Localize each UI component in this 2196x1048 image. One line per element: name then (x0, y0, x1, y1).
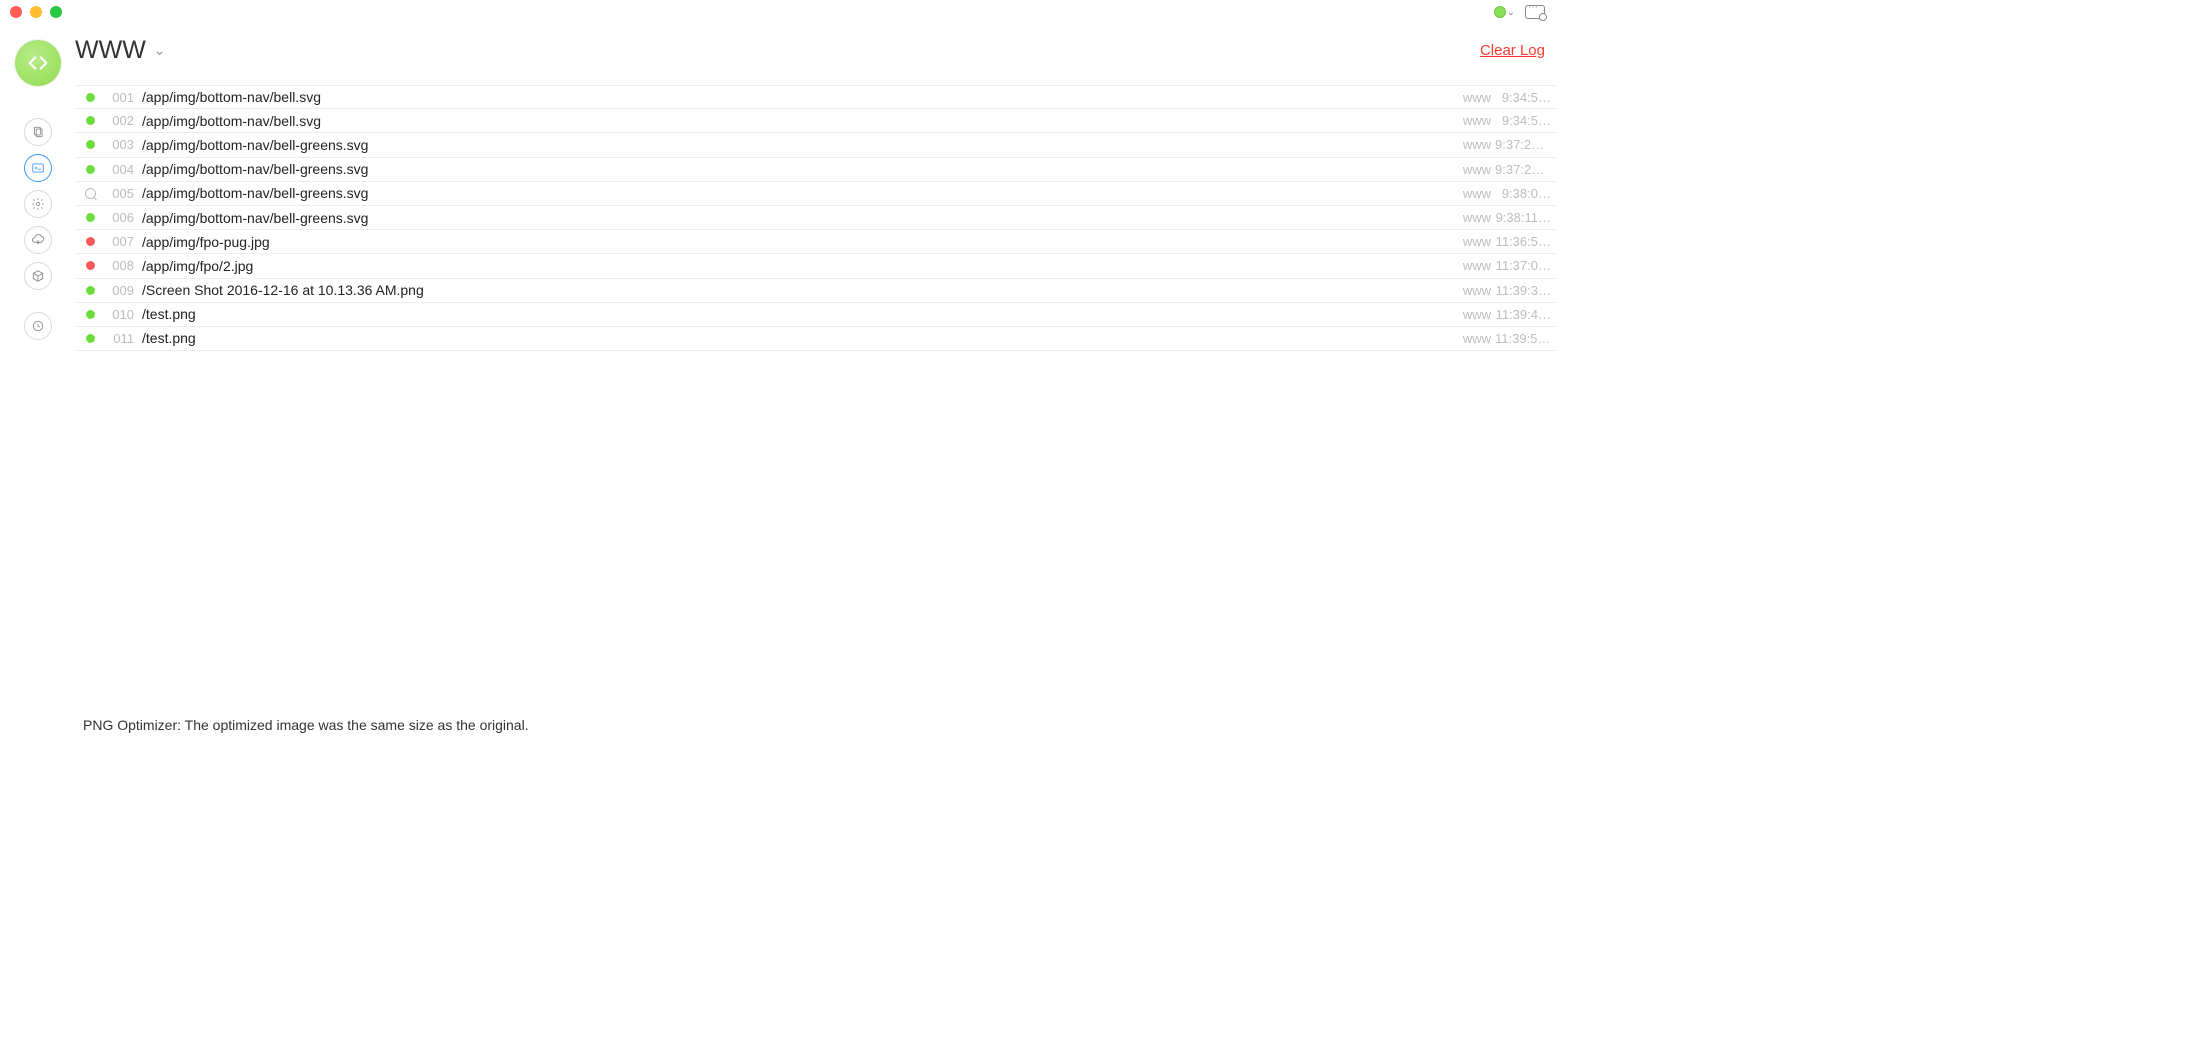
log-row-project: www (1449, 137, 1491, 152)
log-row-path: /app/img/fpo/2.jpg (142, 258, 1449, 274)
log-row-number: 011 (104, 331, 134, 346)
window-zoom-button[interactable] (50, 6, 62, 18)
log-row-time: 9:37:21… (1495, 162, 1551, 177)
traffic-lights (10, 6, 62, 18)
clear-log-link[interactable]: Clear Log (1480, 42, 1545, 59)
window-minimize-button[interactable] (30, 6, 42, 18)
log-row-project: www (1449, 186, 1491, 201)
log-row[interactable]: 006/app/img/bottom-nav/bell-greens.svgww… (75, 206, 1557, 230)
window-close-button[interactable] (10, 6, 22, 18)
log-list: 001/app/img/bottom-nav/bell.svgwww9:34:5… (75, 85, 1557, 707)
cloud-download-icon (31, 233, 45, 247)
log-row-path: /test.png (142, 306, 1449, 322)
log-row[interactable]: 009/Screen Shot 2016-12-16 at 10.13.36 A… (75, 279, 1557, 303)
log-row-project: www (1449, 283, 1491, 298)
status-dot-icon (86, 286, 95, 295)
log-row-path: /app/img/bottom-nav/bell.svg (142, 89, 1449, 105)
log-row-time: 11:37:0… (1495, 258, 1551, 273)
log-row-time: 9:34:5… (1495, 113, 1551, 128)
log-row[interactable]: 001/app/img/bottom-nav/bell.svgwww 9:34:5… (75, 85, 1557, 109)
log-row-number: 010 (104, 307, 134, 322)
status-dot-icon (86, 93, 95, 102)
log-row-number: 006 (104, 210, 134, 225)
status-dot-icon (86, 237, 95, 246)
log-row-time: 11:36:5… (1495, 234, 1551, 249)
log-row-time: 9:38:11… (1495, 210, 1551, 225)
log-row-path: /app/img/bottom-nav/bell-greens.svg (142, 137, 1449, 153)
log-row-path: /app/img/bottom-nav/bell-greens.svg (142, 161, 1449, 177)
log-row-project: www (1449, 331, 1491, 346)
log-row-project: www (1449, 210, 1491, 225)
log-row-number: 003 (104, 137, 134, 152)
log-row-project: www (1449, 113, 1491, 128)
log-row-project: www (1449, 162, 1491, 177)
log-row-number: 008 (104, 258, 134, 273)
status-dot-icon (86, 165, 95, 174)
log-row[interactable]: 004/app/img/bottom-nav/bell-greens.svgww… (75, 158, 1557, 182)
log-row-project: www (1449, 307, 1491, 322)
log-row-time: 11:39:4… (1495, 307, 1551, 322)
log-row-project: www (1449, 90, 1491, 105)
status-dot-icon (86, 310, 95, 319)
log-row-path: /app/img/bottom-nav/bell-greens.svg (142, 185, 1449, 201)
log-row-number: 002 (104, 113, 134, 128)
log-row[interactable]: 005/app/img/bottom-nav/bell-greens.svgww… (75, 182, 1557, 206)
window-titlebar: ⌄ (0, 0, 1557, 24)
log-row-path: /test.png (142, 330, 1449, 346)
status-dot-icon (86, 261, 95, 270)
log-row[interactable]: 007/app/img/fpo-pug.jpgwww 11:36:5… (75, 230, 1557, 254)
terminal-icon (31, 161, 45, 175)
log-row-number: 009 (104, 283, 134, 298)
log-row-number: 005 (104, 186, 134, 201)
connection-status-dropdown[interactable]: ⌄ (1494, 6, 1515, 18)
status-dot-icon (86, 140, 95, 149)
inspector-icon[interactable] (1525, 5, 1545, 19)
status-dot-icon (86, 116, 95, 125)
project-selector[interactable]: WWW ⌄ (75, 36, 166, 65)
log-row-number: 004 (104, 162, 134, 177)
sidebar-package-button[interactable] (24, 262, 52, 290)
log-row[interactable]: 003/app/img/bottom-nav/bell-greens.svgww… (75, 133, 1557, 157)
package-icon (31, 269, 45, 283)
sidebar-files-button[interactable] (24, 118, 52, 146)
log-row-path: /app/img/fpo-pug.jpg (142, 234, 1449, 250)
status-dot-icon (86, 334, 95, 343)
log-row-time: 11:39:51… (1495, 331, 1551, 346)
footer-message: PNG Optimizer: The optimized image was t… (75, 707, 1557, 743)
log-row-path: /app/img/bottom-nav/bell.svg (142, 113, 1449, 129)
log-row[interactable]: 010/test.pngwww 11:39:4… (75, 303, 1557, 327)
log-row-path: /app/img/bottom-nav/bell-greens.svg (142, 210, 1449, 226)
chevron-down-icon: ⌄ (154, 42, 166, 59)
log-row-number: 007 (104, 234, 134, 249)
log-row-project: www (1449, 234, 1491, 249)
app-logo[interactable] (15, 40, 61, 86)
sidebar-console-button[interactable] (24, 154, 52, 182)
search-icon (85, 188, 96, 199)
files-icon (31, 125, 45, 139)
sidebar-cloud-button[interactable] (24, 226, 52, 254)
code-brackets-icon (27, 52, 49, 74)
sidebar-history-button[interactable] (24, 312, 52, 340)
status-dot-icon (86, 213, 95, 222)
sidebar (0, 24, 75, 743)
gear-icon (31, 197, 45, 211)
project-title: WWW (75, 36, 146, 65)
log-row-path: /Screen Shot 2016-12-16 at 10.13.36 AM.p… (142, 282, 1449, 298)
log-row-number: 001 (104, 90, 134, 105)
log-row[interactable]: 011/test.pngwww 11:39:51… (75, 327, 1557, 351)
log-row-time: 9:38:0… (1495, 186, 1551, 201)
main-content: WWW ⌄ Clear Log 001/app/img/bottom-nav/b… (75, 24, 1557, 743)
status-dot-icon (1494, 6, 1506, 18)
sidebar-settings-button[interactable] (24, 190, 52, 218)
history-icon (31, 319, 45, 333)
log-row[interactable]: 008/app/img/fpo/2.jpgwww 11:37:0… (75, 254, 1557, 278)
log-row-project: www (1449, 258, 1491, 273)
log-row-time: 9:34:5… (1495, 90, 1551, 105)
log-row-time: 9:37:20… (1495, 137, 1551, 152)
chevron-down-icon: ⌄ (1507, 7, 1515, 18)
log-row-time: 11:39:3… (1495, 283, 1551, 298)
log-row[interactable]: 002/app/img/bottom-nav/bell.svgwww 9:34:5… (75, 109, 1557, 133)
